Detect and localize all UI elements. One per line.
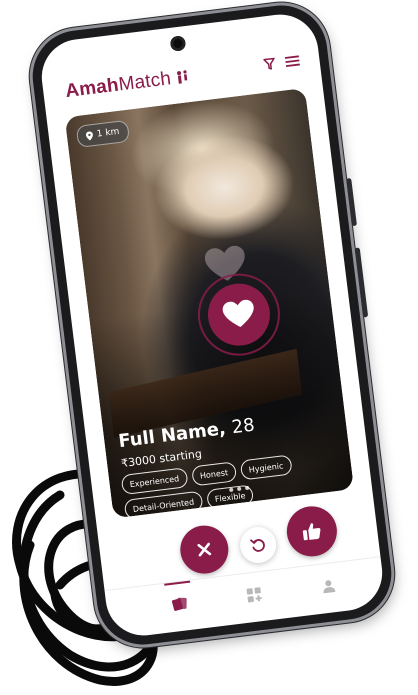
- nav-tab-profile[interactable]: [286, 559, 371, 612]
- distance-text: 1 km: [96, 126, 120, 140]
- family-logo-icon: [176, 70, 188, 84]
- volume-button: [346, 177, 357, 227]
- nav-tab-cards[interactable]: [137, 577, 222, 630]
- undo-button[interactable]: [238, 524, 279, 566]
- logo-light-text: Match: [117, 68, 173, 96]
- power-button: [354, 247, 369, 318]
- undo-icon: [250, 539, 265, 552]
- front-camera: [169, 35, 187, 52]
- app-screen: AmahMatch 1 km Full Name, 28 ₹3000 start…: [37, 10, 387, 640]
- profile-card[interactable]: 1 km Full Name, 28 ₹3000 starting Experi…: [64, 87, 355, 519]
- tag-honest: Honest: [190, 461, 238, 487]
- profile-icon: [323, 579, 336, 593]
- location-pin-icon: [85, 131, 93, 140]
- pagination-dot[interactable]: [236, 486, 242, 492]
- home-indicator[interactable]: [223, 623, 276, 633]
- cards-icon: [171, 597, 187, 611]
- app-logo: AmahMatch: [64, 66, 190, 103]
- grid-icon: [246, 587, 262, 603]
- heart-icon: [222, 299, 254, 327]
- like-button[interactable]: [284, 503, 340, 560]
- logo-bold-text: Amah: [64, 74, 120, 103]
- pagination-dot[interactable]: [229, 487, 234, 493]
- distance-badge: 1 km: [75, 119, 130, 148]
- thumbs-up-icon: [302, 523, 321, 541]
- nav-tab-grid[interactable]: [212, 568, 297, 621]
- filter-icon[interactable]: [263, 57, 276, 70]
- profile-age: 28: [230, 414, 256, 439]
- pagination-dot[interactable]: [244, 485, 250, 491]
- menu-icon[interactable]: [284, 54, 301, 68]
- close-icon: [197, 542, 212, 557]
- tag-detail-oriented: Detail-Oriented: [123, 490, 204, 519]
- reject-button[interactable]: [177, 522, 232, 577]
